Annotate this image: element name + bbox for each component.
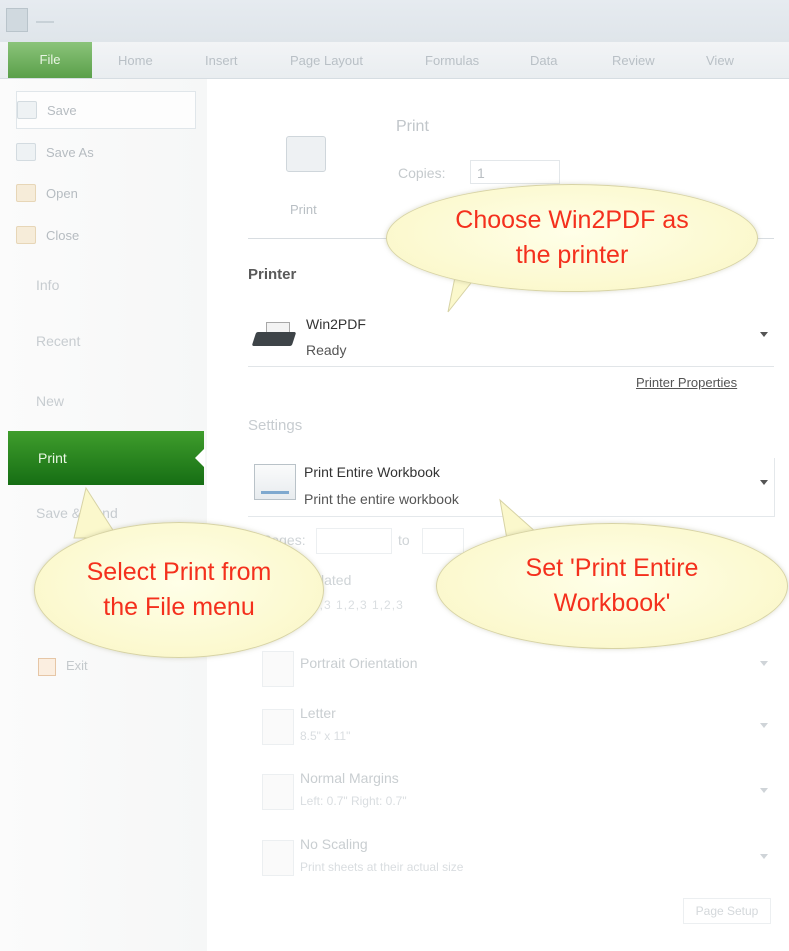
- tab-view[interactable]: View: [706, 53, 734, 68]
- tab-data[interactable]: Data: [530, 53, 557, 68]
- pages-to-input[interactable]: [422, 528, 464, 554]
- chevron-down-icon: [760, 332, 768, 337]
- printer-dropdown[interactable]: Win2PDF Ready: [248, 308, 774, 364]
- save-button[interactable]: Save: [16, 91, 196, 129]
- print-what-title: Print Entire Workbook: [304, 464, 440, 480]
- callout-printer-text: Choose Win2PDF as the printer: [455, 206, 689, 269]
- printer-properties-link[interactable]: Printer Properties: [636, 375, 737, 390]
- orientation-title: Portrait Orientation: [300, 655, 418, 671]
- folder-open-icon: [16, 184, 36, 202]
- printer-device-icon: [250, 320, 297, 350]
- paper-subtitle: 8.5" x 11": [300, 729, 351, 743]
- tab-file[interactable]: File: [8, 42, 92, 78]
- callout-print-entire-workbook: Set 'Print Entire Workbook': [436, 523, 788, 649]
- tab-insert[interactable]: Insert: [205, 53, 238, 68]
- close-folder-icon: [16, 226, 36, 244]
- chevron-down-icon: [760, 661, 768, 666]
- chevron-down-icon: [760, 854, 768, 859]
- settings-section-title: Settings: [248, 417, 303, 434]
- save-as-label: Save As: [46, 144, 94, 160]
- chevron-down-icon: [760, 480, 768, 485]
- printer-name: Win2PDF: [306, 316, 366, 332]
- scaling-subtitle: Print sheets at their actual size: [300, 860, 464, 874]
- title-bar: [0, 0, 789, 42]
- margins-icon: [262, 774, 294, 810]
- printer-section-title: Printer: [248, 266, 297, 283]
- excel-app-icon[interactable]: [6, 8, 28, 32]
- divider: [248, 366, 774, 367]
- scaling-icon: [262, 840, 294, 876]
- print-heading: Print: [396, 118, 429, 135]
- save-as-icon: [16, 143, 36, 161]
- floppy-disk-icon: [17, 101, 37, 119]
- callout-file-menu-text: Select Print from the File menu: [86, 558, 272, 621]
- portrait-icon: [262, 651, 294, 687]
- print-what-subtitle: Print the entire workbook: [304, 491, 459, 507]
- open-button[interactable]: Open: [16, 175, 194, 211]
- callout-workbook-text: Set 'Print Entire Workbook': [525, 554, 699, 617]
- margins-dropdown[interactable]: Normal Margins Left: 0.7" Right: 0.7": [262, 768, 774, 818]
- scaling-title: No Scaling: [300, 836, 368, 852]
- save-label: Save: [47, 102, 77, 118]
- nav-recent[interactable]: Recent: [36, 333, 80, 349]
- close-label: Close: [46, 227, 80, 243]
- copies-label: Copies:: [398, 165, 446, 181]
- print-button-label: Print: [290, 202, 317, 217]
- paper-size-dropdown[interactable]: Letter 8.5" x 11": [262, 703, 774, 753]
- close-button[interactable]: Close: [16, 217, 194, 253]
- scaling-dropdown[interactable]: No Scaling Print sheets at their actual …: [262, 834, 774, 884]
- exit-button[interactable]: Exit: [66, 658, 88, 673]
- nav-print[interactable]: Print: [8, 431, 205, 485]
- printer-icon: [286, 136, 326, 172]
- tab-review[interactable]: Review: [612, 53, 655, 68]
- callout-choose-printer: Choose Win2PDF as the printer: [386, 184, 758, 292]
- print-button[interactable]: Print: [268, 128, 346, 228]
- exit-icon: [38, 658, 56, 676]
- margins-subtitle: Left: 0.7" Right: 0.7": [300, 794, 407, 808]
- callout-select-print: Select Print from the File menu: [34, 522, 324, 658]
- orientation-dropdown[interactable]: Portrait Orientation: [262, 645, 774, 695]
- tab-formulas[interactable]: Formulas: [425, 53, 479, 68]
- nav-new[interactable]: New: [36, 393, 64, 409]
- page-setup-link[interactable]: Page Setup: [683, 898, 771, 924]
- paper-title: Letter: [300, 705, 336, 721]
- save-as-button[interactable]: Save As: [16, 134, 194, 170]
- open-label: Open: [46, 185, 78, 201]
- tab-home[interactable]: Home: [118, 53, 153, 68]
- paper-icon: [262, 709, 294, 745]
- quick-access-toolbar[interactable]: [36, 13, 54, 23]
- pages-to-label: to: [398, 532, 410, 548]
- ribbon-tabs: File Home Insert Page Layout Formulas Da…: [0, 42, 789, 79]
- chevron-down-icon: [760, 788, 768, 793]
- copies-input[interactable]: 1: [470, 160, 560, 184]
- tab-page-layout[interactable]: Page Layout: [290, 53, 363, 68]
- pages-from-input[interactable]: [316, 528, 392, 554]
- nav-info[interactable]: Info: [36, 277, 59, 293]
- printer-status: Ready: [306, 342, 347, 358]
- workbook-icon: [254, 464, 296, 500]
- chevron-down-icon: [760, 723, 768, 728]
- margins-title: Normal Margins: [300, 770, 399, 786]
